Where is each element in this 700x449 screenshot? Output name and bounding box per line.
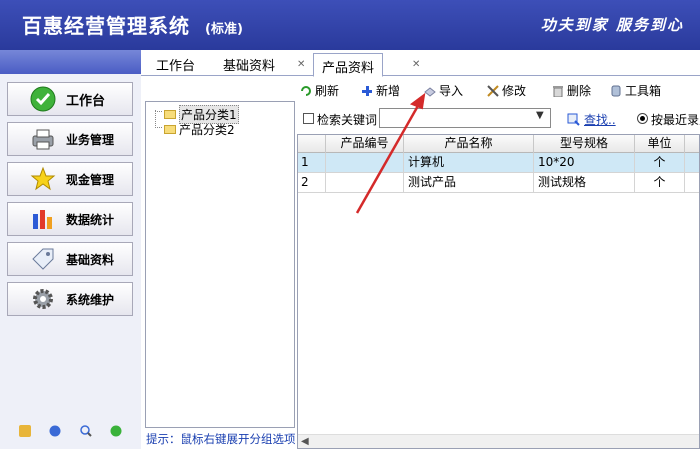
toolbox-label: 工具箱 xyxy=(625,84,662,98)
import-button[interactable]: 导入 xyxy=(424,82,463,99)
tab-close-icon[interactable]: ✕ xyxy=(297,59,305,70)
toolbox-icon xyxy=(610,85,622,97)
gear-icon xyxy=(30,286,56,312)
app-edition: (标准) xyxy=(205,22,243,37)
sort-recent-radio[interactable] xyxy=(637,113,648,124)
cell-spec: 测试规格 xyxy=(534,173,635,192)
tab-basic-data[interactable]: 基础资料 xyxy=(223,55,275,74)
edit-icon xyxy=(487,84,499,97)
column-header-name[interactable]: 产品名称 xyxy=(404,135,534,153)
sidebar-item-label: 现金管理 xyxy=(66,172,115,187)
refresh-icon xyxy=(300,85,312,97)
clock-icon[interactable] xyxy=(49,425,61,437)
search-bar: 检索关键词 ▼ 查找.. 按最近录入 xyxy=(297,106,700,132)
sidebar-top-bar xyxy=(0,50,141,74)
edit-label: 修改 xyxy=(502,84,527,98)
cell-unit: 个 xyxy=(635,173,685,192)
chevron-down-icon[interactable]: ▼ xyxy=(536,110,544,121)
sidebar-item-label: 系统维护 xyxy=(66,292,115,307)
product-grid: 产品编号 产品名称 型号规格 单位 1 计算机 10*20 个 2 测试产品 测… xyxy=(297,134,700,449)
tree-connector xyxy=(155,127,162,128)
category-tree xyxy=(145,101,295,428)
tab-bar: 工作台 基础资料 ✕ 产品资料 ✕ xyxy=(141,50,700,77)
check-circle-icon xyxy=(30,86,56,112)
keyword-checkbox-label: 检索关键词 xyxy=(317,113,378,127)
cell-name: 计算机 xyxy=(404,153,534,172)
find-button[interactable]: 查找.. xyxy=(567,111,616,128)
import-label: 导入 xyxy=(439,84,464,98)
app-title: 百惠经营管理系统 xyxy=(22,14,190,38)
table-row[interactable]: 1 计算机 10*20 个 xyxy=(298,153,699,173)
sidebar-item-basic-data[interactable]: 基础资料 xyxy=(7,242,133,276)
toolbox-button[interactable]: 工具箱 xyxy=(610,82,661,99)
scroll-left-icon[interactable]: ◀ xyxy=(301,436,309,447)
search-icon[interactable] xyxy=(79,425,92,437)
tab-workbench[interactable]: 工作台 xyxy=(156,55,195,74)
key-icon[interactable] xyxy=(19,425,32,437)
tree-node-label: 产品分类2 xyxy=(179,123,235,137)
sidebar-item-label: 业务管理 xyxy=(66,132,115,147)
find-label: 查找.. xyxy=(584,113,616,127)
folder-icon xyxy=(164,110,176,119)
row-index: 1 xyxy=(298,153,326,172)
import-icon xyxy=(424,85,436,97)
sidebar-item-label: 数据统计 xyxy=(66,212,115,227)
grid-header-index xyxy=(298,135,326,153)
app-slogan: 功夫到家 服务到心 xyxy=(540,16,684,34)
plus-icon xyxy=(361,85,373,97)
sidebar-item-workbench[interactable]: 工作台 xyxy=(7,82,133,116)
cell-unit: 个 xyxy=(635,153,685,172)
printer-icon xyxy=(30,126,56,152)
tab-close-icon[interactable]: ✕ xyxy=(412,59,420,70)
tree-node-category-2[interactable]: 产品分类2 xyxy=(164,121,235,138)
tree-connector xyxy=(155,110,156,128)
delete-button[interactable]: 删除 xyxy=(552,82,591,99)
trash-icon xyxy=(552,85,564,97)
cell-code xyxy=(326,173,404,192)
keyword-checkbox[interactable] xyxy=(303,113,314,124)
column-header-spec[interactable]: 型号规格 xyxy=(534,135,635,153)
row-index: 2 xyxy=(298,173,326,192)
sort-recent-label: 按最近录入 xyxy=(651,113,700,127)
tree-hint: 提示：鼠标右键展开分组选项 xyxy=(146,429,296,449)
delete-label: 删除 xyxy=(567,84,592,98)
edit-button[interactable]: 修改 xyxy=(487,82,526,99)
cell-code xyxy=(326,153,404,172)
star-icon xyxy=(30,166,56,192)
sidebar-item-label: 基础资料 xyxy=(66,252,115,267)
keyword-combobox[interactable] xyxy=(379,108,551,128)
folder-icon xyxy=(164,125,176,134)
sidebar-item-label: 工作台 xyxy=(66,93,106,109)
find-icon xyxy=(567,113,580,126)
sidebar-item-business[interactable]: 业务管理 xyxy=(7,122,133,156)
add-label: 新增 xyxy=(376,84,401,98)
column-header-unit[interactable]: 单位 xyxy=(635,135,685,153)
refresh-label: 刷新 xyxy=(315,84,340,98)
exit-icon[interactable] xyxy=(110,425,122,437)
sidebar-item-cash[interactable]: 现金管理 xyxy=(7,162,133,196)
add-button[interactable]: 新增 xyxy=(361,82,400,99)
tree-connector xyxy=(155,111,162,112)
column-header-code[interactable]: 产品编号 xyxy=(326,135,404,153)
refresh-button[interactable]: 刷新 xyxy=(300,82,339,99)
cell-name: 测试产品 xyxy=(404,173,534,192)
app-header: 百惠经营管理系统 (标准) 功夫到家 服务到心 xyxy=(0,0,700,50)
table-row[interactable]: 2 测试产品 测试规格 个 xyxy=(298,173,699,193)
tab-product-data[interactable]: 产品资料 xyxy=(313,53,384,77)
toolbar: 刷新 新增 导入 修改 删除 工具箱 xyxy=(297,78,700,102)
bar-chart-icon xyxy=(30,206,56,232)
sidebar-footer xyxy=(0,425,141,437)
grid-header: 产品编号 产品名称 型号规格 单位 xyxy=(298,135,699,153)
horizontal-scrollbar[interactable]: ◀ xyxy=(298,434,699,448)
sidebar-item-maintenance[interactable]: 系统维护 xyxy=(7,282,133,316)
sidebar-item-stats[interactable]: 数据统计 xyxy=(7,202,133,236)
cell-spec: 10*20 xyxy=(534,153,635,172)
tag-icon xyxy=(30,246,56,272)
